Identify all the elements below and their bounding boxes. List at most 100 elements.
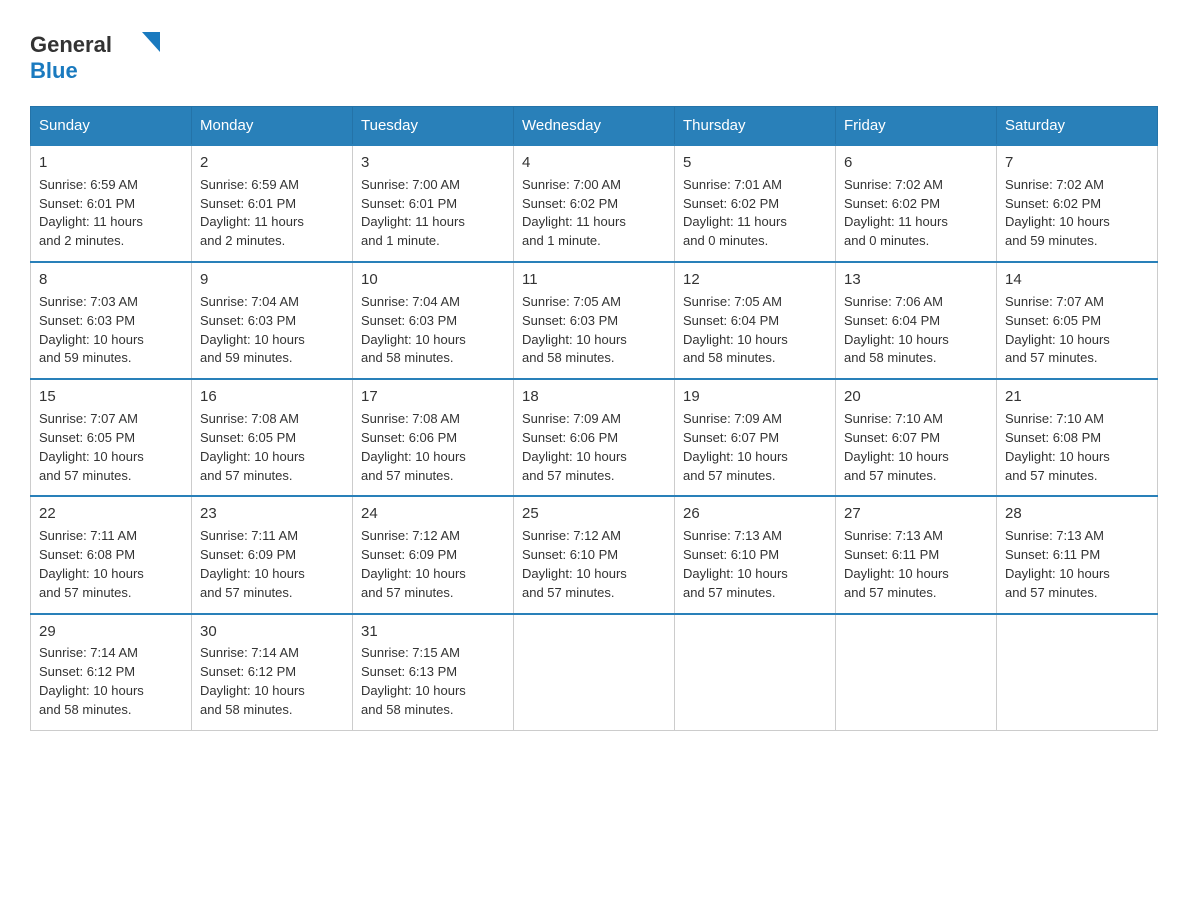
day-number: 2 bbox=[200, 152, 344, 174]
day-info: Sunrise: 7:04 AMSunset: 6:03 PMDaylight:… bbox=[200, 294, 305, 366]
day-cell: 7 Sunrise: 7:02 AMSunset: 6:02 PMDaylight… bbox=[997, 145, 1158, 262]
day-cell: 6Sunrise: 7:02 AMSunset: 6:02 PMDaylight… bbox=[836, 145, 997, 262]
day-cell: 14Sunrise: 7:07 AMSunset: 6:05 PMDayligh… bbox=[997, 262, 1158, 379]
day-number: 7 bbox=[1005, 152, 1149, 174]
column-header-wednesday: Wednesday bbox=[514, 107, 675, 146]
day-number: 17 bbox=[361, 386, 505, 408]
header-row: SundayMondayTuesdayWednesdayThursdayFrid… bbox=[31, 107, 1158, 146]
day-cell: 16 Sunrise: 7:08 AMSunset: 6:05 PMDayligh… bbox=[192, 379, 353, 496]
day-number: 29 bbox=[39, 621, 183, 643]
page-header: General Blue bbox=[30, 20, 1158, 90]
day-info: Sunrise: 7:02 AMSunset: 6:02 PMDaylight:… bbox=[844, 177, 948, 249]
day-info: Sunrise: 7:11 AMSunset: 6:08 PMDaylight:… bbox=[39, 528, 144, 600]
svg-text:Blue: Blue bbox=[30, 58, 78, 83]
day-info: Sunrise: 7:08 AMSunset: 6:05 PMDaylight:… bbox=[200, 411, 305, 483]
day-number: 11 bbox=[522, 269, 666, 291]
day-number: 3 bbox=[361, 152, 505, 174]
day-cell bbox=[836, 614, 997, 731]
day-number: 10 bbox=[361, 269, 505, 291]
day-info: Sunrise: 7:10 AMSunset: 6:07 PMDaylight:… bbox=[844, 411, 949, 483]
day-number: 28 bbox=[1005, 503, 1149, 525]
day-number: 31 bbox=[361, 621, 505, 643]
week-row-5: 29Sunrise: 7:14 AMSunset: 6:12 PMDayligh… bbox=[31, 614, 1158, 731]
day-info: Sunrise: 7:05 AMSunset: 6:04 PMDaylight:… bbox=[683, 294, 788, 366]
day-info: Sunrise: 7:02 AMSunset: 6:02 PMDaylight:… bbox=[1005, 177, 1110, 249]
day-info: Sunrise: 7:15 AMSunset: 6:13 PMDaylight:… bbox=[361, 645, 466, 717]
day-info: Sunrise: 7:09 AMSunset: 6:07 PMDaylight:… bbox=[683, 411, 788, 483]
day-number: 21 bbox=[1005, 386, 1149, 408]
day-info: Sunrise: 7:07 AMSunset: 6:05 PMDaylight:… bbox=[1005, 294, 1110, 366]
day-cell: 5Sunrise: 7:01 AMSunset: 6:02 PMDaylight… bbox=[675, 145, 836, 262]
day-number: 25 bbox=[522, 503, 666, 525]
day-info: Sunrise: 6:59 AMSunset: 6:01 PMDaylight:… bbox=[200, 177, 304, 249]
day-info: Sunrise: 7:04 AMSunset: 6:03 PMDaylight:… bbox=[361, 294, 466, 366]
day-cell: 23Sunrise: 7:11 AMSunset: 6:09 PMDayligh… bbox=[192, 496, 353, 613]
day-info: Sunrise: 7:13 AMSunset: 6:10 PMDaylight:… bbox=[683, 528, 788, 600]
day-number: 24 bbox=[361, 503, 505, 525]
day-number: 4 bbox=[522, 152, 666, 174]
day-cell: 10 Sunrise: 7:04 AMSunset: 6:03 PMDayligh… bbox=[353, 262, 514, 379]
day-info: Sunrise: 7:13 AMSunset: 6:11 PMDaylight:… bbox=[1005, 528, 1110, 600]
day-cell: 25 Sunrise: 7:12 AMSunset: 6:10 PMDayligh… bbox=[514, 496, 675, 613]
day-cell: 8Sunrise: 7:03 AMSunset: 6:03 PMDaylight… bbox=[31, 262, 192, 379]
week-row-1: 1 Sunrise: 6:59 AMSunset: 6:01 PMDaylight… bbox=[31, 145, 1158, 262]
day-cell: 27 Sunrise: 7:13 AMSunset: 6:11 PMDayligh… bbox=[836, 496, 997, 613]
day-cell: 15 Sunrise: 7:07 AMSunset: 6:05 PMDayligh… bbox=[31, 379, 192, 496]
day-cell: 13 Sunrise: 7:06 AMSunset: 6:04 PMDayligh… bbox=[836, 262, 997, 379]
day-cell: 21 Sunrise: 7:10 AMSunset: 6:08 PMDayligh… bbox=[997, 379, 1158, 496]
logo-svg: General Blue bbox=[30, 20, 160, 90]
day-info: Sunrise: 7:13 AMSunset: 6:11 PMDaylight:… bbox=[844, 528, 949, 600]
day-info: Sunrise: 7:06 AMSunset: 6:04 PMDaylight:… bbox=[844, 294, 949, 366]
day-info: Sunrise: 7:12 AMSunset: 6:09 PMDaylight:… bbox=[361, 528, 466, 600]
day-cell: 12 Sunrise: 7:05 AMSunset: 6:04 PMDayligh… bbox=[675, 262, 836, 379]
calendar-header: SundayMondayTuesdayWednesdayThursdayFrid… bbox=[31, 107, 1158, 146]
day-cell bbox=[514, 614, 675, 731]
day-info: Sunrise: 7:03 AMSunset: 6:03 PMDaylight:… bbox=[39, 294, 144, 366]
day-cell: 28 Sunrise: 7:13 AMSunset: 6:11 PMDayligh… bbox=[997, 496, 1158, 613]
column-header-thursday: Thursday bbox=[675, 107, 836, 146]
day-number: 22 bbox=[39, 503, 183, 525]
day-cell: 4 Sunrise: 7:00 AMSunset: 6:02 PMDaylight… bbox=[514, 145, 675, 262]
day-cell: 9 Sunrise: 7:04 AMSunset: 6:03 PMDaylight… bbox=[192, 262, 353, 379]
day-number: 5 bbox=[683, 152, 827, 174]
week-row-3: 15 Sunrise: 7:07 AMSunset: 6:05 PMDayligh… bbox=[31, 379, 1158, 496]
day-info: Sunrise: 7:12 AMSunset: 6:10 PMDaylight:… bbox=[522, 528, 627, 600]
day-number: 19 bbox=[683, 386, 827, 408]
column-header-tuesday: Tuesday bbox=[353, 107, 514, 146]
day-number: 9 bbox=[200, 269, 344, 291]
day-info: Sunrise: 7:14 AMSunset: 6:12 PMDaylight:… bbox=[200, 645, 305, 717]
day-number: 23 bbox=[200, 503, 344, 525]
day-cell: 29Sunrise: 7:14 AMSunset: 6:12 PMDayligh… bbox=[31, 614, 192, 731]
day-number: 15 bbox=[39, 386, 183, 408]
day-number: 26 bbox=[683, 503, 827, 525]
column-header-friday: Friday bbox=[836, 107, 997, 146]
day-cell: 22 Sunrise: 7:11 AMSunset: 6:08 PMDayligh… bbox=[31, 496, 192, 613]
day-info: Sunrise: 6:59 AMSunset: 6:01 PMDaylight:… bbox=[39, 177, 143, 249]
day-info: Sunrise: 7:08 AMSunset: 6:06 PMDaylight:… bbox=[361, 411, 466, 483]
day-info: Sunrise: 7:00 AMSunset: 6:02 PMDaylight:… bbox=[522, 177, 626, 249]
day-number: 12 bbox=[683, 269, 827, 291]
day-cell bbox=[997, 614, 1158, 731]
day-cell: 3 Sunrise: 7:00 AMSunset: 6:01 PMDaylight… bbox=[353, 145, 514, 262]
day-number: 27 bbox=[844, 503, 988, 525]
day-info: Sunrise: 7:09 AMSunset: 6:06 PMDaylight:… bbox=[522, 411, 627, 483]
day-cell: 31Sunrise: 7:15 AMSunset: 6:13 PMDayligh… bbox=[353, 614, 514, 731]
week-row-2: 8Sunrise: 7:03 AMSunset: 6:03 PMDaylight… bbox=[31, 262, 1158, 379]
day-info: Sunrise: 7:00 AMSunset: 6:01 PMDaylight:… bbox=[361, 177, 465, 249]
day-cell: 24 Sunrise: 7:12 AMSunset: 6:09 PMDayligh… bbox=[353, 496, 514, 613]
day-cell: 17 Sunrise: 7:08 AMSunset: 6:06 PMDayligh… bbox=[353, 379, 514, 496]
day-number: 13 bbox=[844, 269, 988, 291]
column-header-saturday: Saturday bbox=[997, 107, 1158, 146]
column-header-sunday: Sunday bbox=[31, 107, 192, 146]
day-cell: 2 Sunrise: 6:59 AMSunset: 6:01 PMDaylight… bbox=[192, 145, 353, 262]
day-number: 1 bbox=[39, 152, 183, 174]
day-info: Sunrise: 7:14 AMSunset: 6:12 PMDaylight:… bbox=[39, 645, 144, 717]
day-info: Sunrise: 7:07 AMSunset: 6:05 PMDaylight:… bbox=[39, 411, 144, 483]
column-header-monday: Monday bbox=[192, 107, 353, 146]
day-number: 20 bbox=[844, 386, 988, 408]
calendar-table: SundayMondayTuesdayWednesdayThursdayFrid… bbox=[30, 106, 1158, 731]
day-number: 16 bbox=[200, 386, 344, 408]
svg-text:General: General bbox=[30, 32, 112, 57]
day-info: Sunrise: 7:10 AMSunset: 6:08 PMDaylight:… bbox=[1005, 411, 1110, 483]
day-cell: 1 Sunrise: 6:59 AMSunset: 6:01 PMDaylight… bbox=[31, 145, 192, 262]
